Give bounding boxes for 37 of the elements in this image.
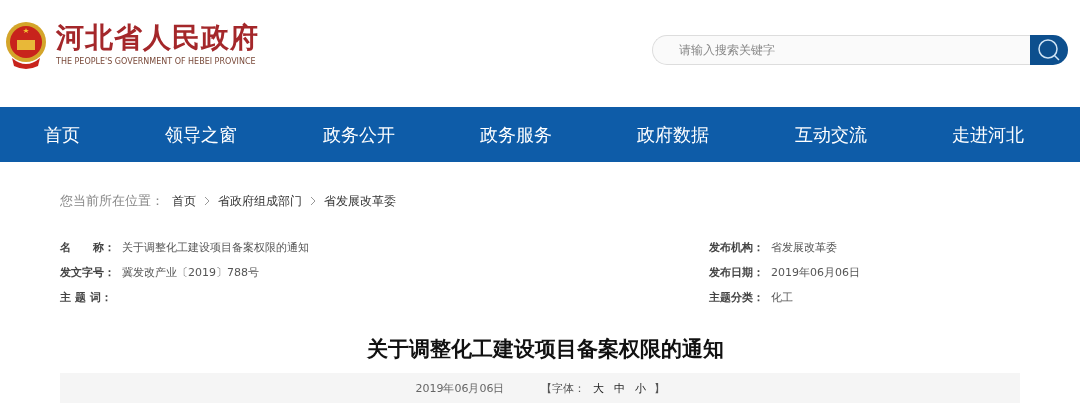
nav-link[interactable]: 互动交流	[794, 122, 867, 147]
chevron-icon	[204, 196, 210, 206]
meta-value: 关于调整化工建设项目备案权限的通知	[122, 240, 309, 256]
site-subtitle: THE PEOPLE'S GOVERNMENT OF HEBEI PROVINCE	[56, 56, 257, 68]
meta-label: 主题分类：	[709, 290, 765, 306]
font-size-label: 【字体：	[540, 380, 585, 396]
breadcrumb-link[interactable]: 省政府组成部门	[218, 192, 302, 210]
meta-label: 发布日期：	[709, 265, 765, 281]
meta-value: 2019年06月06日	[771, 265, 860, 281]
meta-value: 冀发改产业〔2019〕788号	[122, 265, 259, 281]
nav-link[interactable]: 政务公开	[322, 122, 395, 147]
chevron-icon	[310, 196, 316, 206]
article-date: 2019年06月06日	[415, 380, 505, 396]
meta-label: 主 题 词：	[60, 290, 113, 306]
breadcrumb-link[interactable]: 省发展改革委	[324, 192, 396, 210]
nav-link[interactable]: 首页	[44, 122, 80, 147]
search-field[interactable]: 请输入搜索关键字	[652, 35, 1030, 65]
nav-link[interactable]: 领导之窗	[165, 122, 238, 147]
font-size-link[interactable]: 中	[613, 380, 625, 396]
breadcrumb-link[interactable]: 首页	[172, 192, 196, 210]
meta-value: 化工	[771, 290, 793, 306]
font-size-link[interactable]: 大	[592, 380, 604, 396]
nav-link[interactable]: 政务服务	[480, 122, 552, 147]
breadcrumb-label: 您当前所在位置：	[60, 192, 164, 210]
meta-label: 发文字号：	[60, 265, 116, 281]
meta-label: 名 称：	[60, 240, 116, 256]
meta-value: 省发展改革委	[771, 240, 837, 256]
site-title: 河北省人民政府	[56, 21, 259, 55]
search-icon	[1036, 37, 1062, 63]
meta-label: 发布机构：	[709, 240, 765, 256]
font-size-link[interactable]: 小	[634, 380, 646, 396]
nav-link[interactable]: 走进河北	[951, 122, 1024, 147]
bracket-text: 】	[653, 380, 665, 396]
search-button[interactable]	[1030, 35, 1068, 65]
article-title: 关于调整化工建设项目备案权限的通知	[365, 336, 725, 363]
nav-link[interactable]: 政府数据	[637, 122, 710, 147]
emblem-icon	[4, 20, 48, 70]
